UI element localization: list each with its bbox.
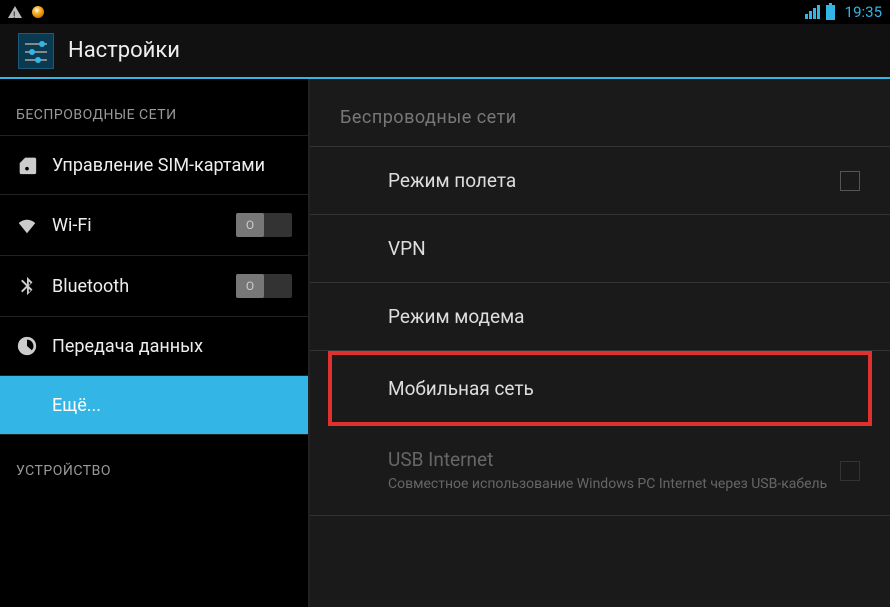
setting-mobile-network[interactable]: Мобильная сеть [328, 351, 872, 426]
sidebar-item-more[interactable]: Ещё... [0, 375, 308, 434]
setting-airplane-mode[interactable]: Режим полета [310, 147, 890, 215]
setting-label: Мобильная сеть [388, 377, 838, 400]
settings-icon [18, 33, 54, 69]
sidebar-item-wifi[interactable]: Wi-Fi [0, 194, 308, 255]
signal-icon [805, 5, 820, 19]
app-header: Настройки [0, 24, 890, 79]
setting-label: VPN [388, 237, 860, 260]
wifi-toggle[interactable] [236, 213, 292, 237]
setting-vpn[interactable]: VPN [310, 215, 890, 283]
clock: 19:35 [845, 3, 882, 21]
bluetooth-toggle[interactable] [236, 274, 292, 298]
notification-dot-icon [32, 6, 44, 18]
sidebar-section-device: УСТРОЙСТВО [0, 434, 308, 491]
battery-icon [826, 5, 835, 20]
usb-internet-checkbox [840, 461, 860, 481]
sidebar-item-sim[interactable]: Управление SIM-картами [0, 135, 308, 194]
warning-icon [8, 6, 22, 18]
status-bar[interactable]: 19:35 [0, 0, 890, 24]
wifi-icon [16, 214, 38, 236]
setting-label: USB Internet [388, 448, 840, 471]
airplane-checkbox[interactable] [840, 171, 860, 191]
bluetooth-icon [16, 275, 38, 297]
sim-icon [16, 154, 38, 176]
content-pane: Беспроводные сети Режим полета VPN Режим… [310, 79, 890, 607]
sidebar-item-label: Wi-Fi [52, 215, 222, 236]
sidebar-item-bluetooth[interactable]: Bluetooth [0, 255, 308, 316]
sidebar-item-data-usage[interactable]: Передача данных [0, 316, 308, 375]
sidebar: БЕСПРОВОДНЫЕ СЕТИ Управление SIM-картами… [0, 79, 310, 607]
setting-label: Режим модема [388, 305, 860, 328]
sidebar-item-label: Передача данных [52, 336, 292, 357]
data-usage-icon [16, 335, 38, 357]
page-title: Настройки [68, 38, 180, 63]
setting-tethering[interactable]: Режим модема [310, 283, 890, 351]
content-section-title: Беспроводные сети [310, 79, 890, 147]
sidebar-section-wireless: БЕСПРОВОДНЫЕ СЕТИ [0, 79, 308, 135]
sidebar-item-label: Ещё... [52, 395, 292, 416]
setting-label: Режим полета [388, 169, 840, 192]
sidebar-item-label: Управление SIM-картами [52, 155, 292, 176]
blank-icon [16, 394, 38, 416]
setting-subtitle: Совместное использование Windows PC Inte… [388, 475, 840, 493]
sidebar-item-label: Bluetooth [52, 276, 222, 297]
setting-usb-internet: USB Internet Совместное использование Wi… [310, 426, 890, 516]
